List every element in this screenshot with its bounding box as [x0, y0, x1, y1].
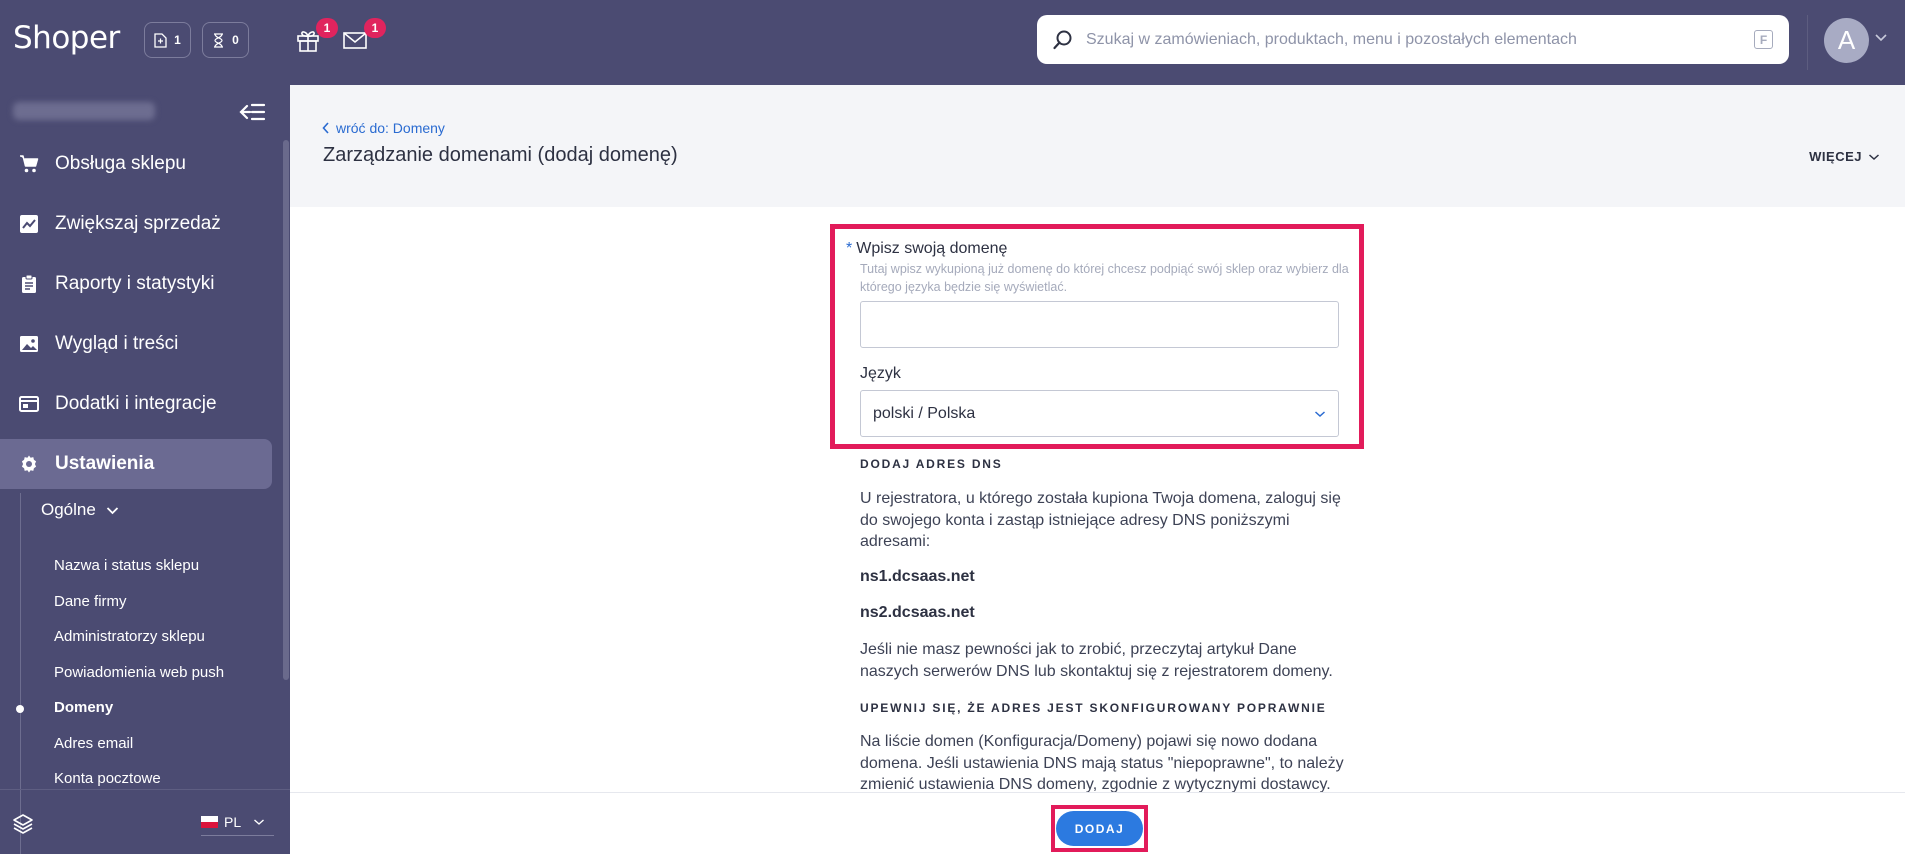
file-icon: [154, 32, 167, 48]
chevron-down-icon: [254, 818, 265, 825]
image-icon: [20, 336, 38, 352]
dns-help-text: Jeśli nie masz pewności jak to zrobić, p…: [860, 641, 1333, 680]
back-link[interactable]: wróć do: Domeny: [322, 120, 445, 136]
dns-server-1: ns1.dcsaas.net: [860, 568, 975, 585]
language-label: Język: [860, 365, 901, 382]
back-link-label: wróć do: Domeny: [336, 120, 445, 136]
sidebar-item-domeny[interactable]: Domeny: [54, 699, 113, 716]
search-bar[interactable]: F: [1037, 15, 1789, 64]
dns-instructions: U rejestratora, u którego została kupion…: [860, 490, 1341, 550]
page-title: Zarządzanie domenami (dodaj domenę): [323, 144, 678, 166]
collapse-sidebar-icon[interactable]: [238, 102, 266, 122]
more-button[interactable]: WIĘCEJ: [1809, 149, 1880, 164]
chevron-down-icon: [1315, 410, 1325, 417]
nav-wyglad-i-tresci[interactable]: Wygląd i treści: [0, 319, 272, 369]
domain-label: * Wpisz swoją domenę: [846, 240, 1007, 258]
poland-flag-icon: [201, 815, 218, 828]
more-label: WIĘCEJ: [1809, 149, 1862, 164]
domain-hint: Tutaj wpisz wykupioną już domenę do któr…: [860, 262, 1349, 294]
sidebar-item-konta-pocztowe[interactable]: Konta pocztowe: [54, 770, 161, 787]
pending-count: 0: [232, 33, 239, 47]
chevron-down-icon: [106, 506, 118, 514]
language-selector[interactable]: PL: [201, 808, 274, 836]
nav-ustawienia[interactable]: Ustawienia: [0, 439, 272, 489]
nav-zwiekszaj-sprzedaz[interactable]: Zwiększaj sprzedaż: [0, 199, 272, 249]
verify-instructions: Na liście domen (Konfiguracja/Domeny) po…: [860, 733, 1344, 793]
layers-icon[interactable]: [12, 813, 34, 835]
active-indicator-dot: [16, 705, 24, 713]
nav-label: Zwiększaj sprzedaż: [55, 213, 221, 234]
nav-raporty-i-statystyki[interactable]: Raporty i statystyki: [0, 259, 272, 309]
language-select-value: polski / Polska: [873, 404, 976, 422]
pending-counter-button[interactable]: 0: [202, 22, 249, 58]
dns-server-2: ns2.dcsaas.net: [860, 604, 975, 621]
search-input[interactable]: [1086, 30, 1754, 49]
sidebar-item-powiadomienia[interactable]: Powiadomienia web push: [54, 664, 224, 681]
submenu-header-label: Ogólne: [41, 500, 96, 519]
nav-label: Obsługa sklepu: [55, 153, 186, 174]
language-select[interactable]: polski / Polska: [860, 390, 1339, 437]
shoper-logo[interactable]: Shoper: [13, 20, 120, 56]
verify-section-title: UPEWNIJ SIĘ, ŻE ADRES JEST SKONFIGUROWAN…: [860, 701, 1327, 715]
nav-label: Wygląd i treści: [55, 333, 179, 354]
language-code: PL: [224, 813, 242, 830]
cart-icon: [20, 155, 39, 173]
required-asterisk: *: [846, 240, 853, 257]
page-header: wróć do: Domeny Zarządzanie domenami (do…: [290, 85, 1905, 207]
gift-badge: 1: [316, 18, 338, 38]
nav-label: Raporty i statystyki: [55, 273, 215, 294]
top-divider: [1807, 15, 1808, 70]
mail-badge: 1: [364, 18, 386, 38]
clipboard-icon: [22, 274, 36, 293]
chevron-down-icon: [1869, 153, 1879, 160]
dns-section-title: DODAJ ADRES DNS: [860, 457, 1003, 471]
nav-label: Ustawienia: [55, 453, 155, 474]
sidebar-item-nazwa-i-status[interactable]: Nazwa i status sklepu: [54, 557, 199, 574]
submenu-ogolne[interactable]: Ogólne: [41, 500, 119, 520]
domain-input[interactable]: [860, 301, 1339, 348]
sidebar-item-adres-email[interactable]: Adres email: [54, 735, 133, 752]
sidebar-scrollbar[interactable]: [283, 140, 289, 680]
files-counter-button[interactable]: 1: [144, 22, 191, 58]
sidebar-item-administratorzy[interactable]: Administratorzy sklepu: [54, 628, 205, 645]
chevron-down-icon[interactable]: [1874, 33, 1888, 43]
avatar[interactable]: A: [1824, 18, 1869, 63]
nav-dodatki-i-integracje[interactable]: Dodatki i integracje: [0, 379, 272, 429]
files-count: 1: [174, 33, 181, 47]
top-bar: Shoper 1 0 1 1 F A: [0, 0, 1905, 85]
sidebar: Obsługa sklepu Zwiększaj sprzedaż Raport…: [0, 85, 290, 854]
search-icon: [1053, 30, 1072, 49]
sidebar-item-dane-firmy[interactable]: Dane firmy: [54, 593, 127, 610]
nav-label: Dodatki i integracje: [55, 393, 217, 414]
shop-name-blurred: [13, 102, 155, 120]
chart-icon: [20, 215, 38, 233]
gear-icon: [21, 455, 37, 473]
nav-obsluga-sklepu[interactable]: Obsługa sklepu: [0, 139, 272, 189]
hourglass-icon: [214, 32, 224, 48]
window-icon: [19, 396, 39, 412]
domain-label-text: Wpisz swoją domenę: [856, 240, 1008, 257]
chevron-left-icon: [322, 122, 329, 134]
add-button[interactable]: DODAJ: [1056, 811, 1143, 846]
sidebar-footer: PL: [0, 789, 290, 854]
search-shortcut-key: F: [1754, 30, 1773, 49]
